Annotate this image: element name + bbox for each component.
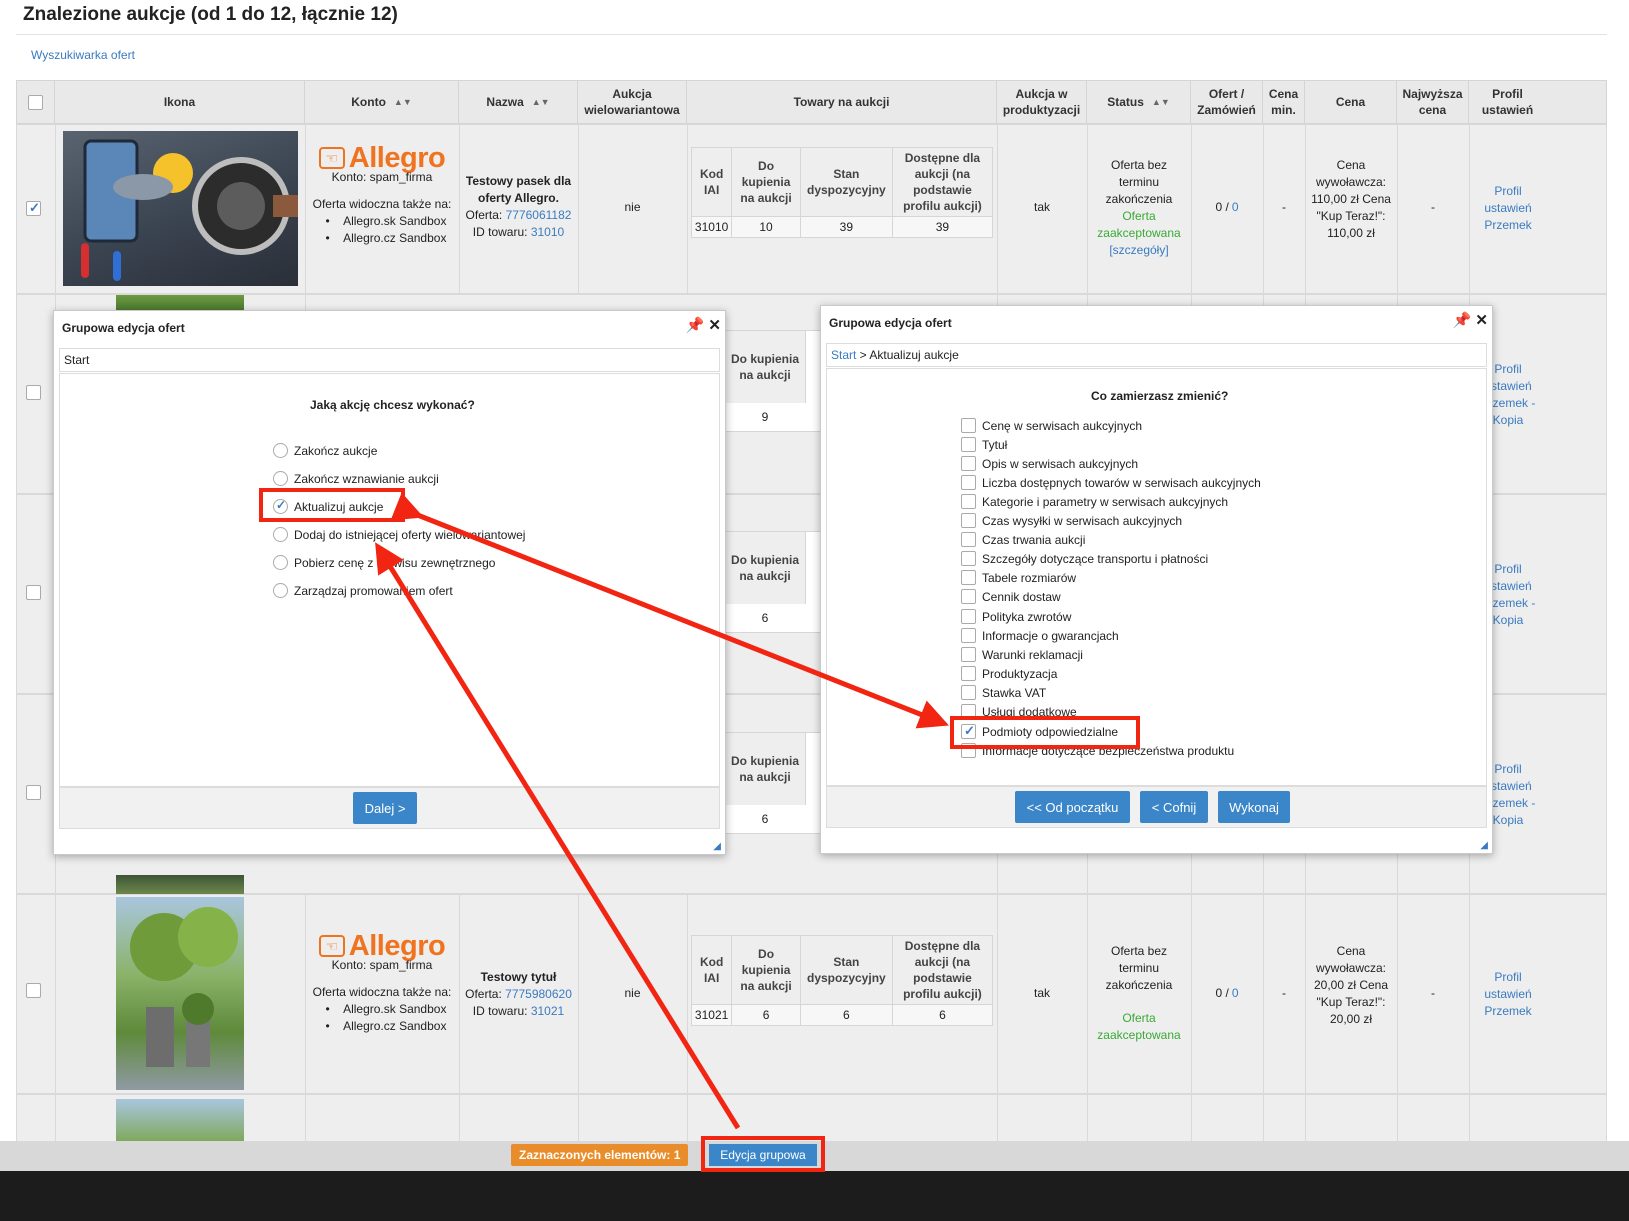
arrow-update-to-responsible: [390, 492, 949, 729]
arrow-group-edit-to-update: [375, 542, 741, 1130]
annotation-arrows: [375, 492, 949, 1130]
